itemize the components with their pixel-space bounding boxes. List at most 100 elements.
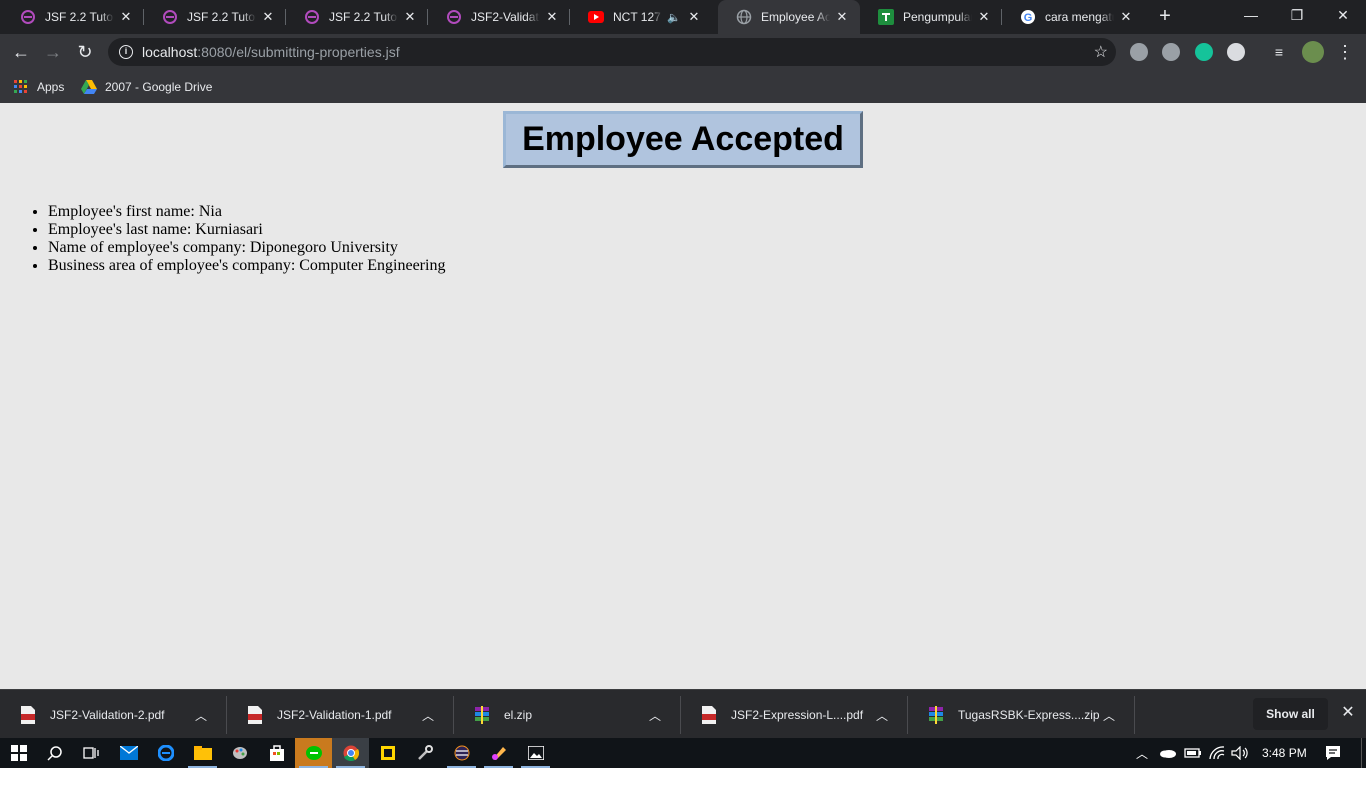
- apps-grid-icon: [14, 80, 27, 93]
- show-desktop-button[interactable]: [1361, 738, 1366, 768]
- chevron-up-icon[interactable]: ︿: [1101, 707, 1117, 724]
- extension-record-icon[interactable]: [1227, 43, 1245, 61]
- page-title: Employee Accepted: [522, 120, 844, 158]
- tab-title: cara mengatur: [1045, 10, 1114, 24]
- tab-title: Pengumpulan: [903, 10, 972, 24]
- pdf-file-icon: [21, 706, 35, 724]
- youtube-icon: [588, 9, 604, 25]
- task-view-icon[interactable]: [72, 738, 109, 768]
- grammarly-icon[interactable]: [1195, 43, 1213, 61]
- list-item: Employee's last name: Kurniasari: [48, 221, 445, 239]
- close-icon[interactable]: ✕: [1118, 9, 1134, 25]
- zip-file-icon: [475, 706, 489, 724]
- download-filename: TugasRSBK-Express....zip: [958, 708, 1100, 722]
- restore-button[interactable]: ❐: [1274, 0, 1320, 30]
- heading-box: Employee Accepted: [503, 111, 863, 168]
- download-item[interactable]: JSF2-Expression-L....pdf ︿: [681, 696, 908, 734]
- tab-employee-accepted[interactable]: Employee Acce ✕: [718, 0, 860, 34]
- show-all-downloads-button[interactable]: Show all: [1253, 698, 1328, 730]
- show-hidden-icons-icon[interactable]: ︿: [1136, 738, 1148, 768]
- page-content: Employee Accepted Employee's first name:…: [0, 103, 1366, 689]
- tab-jsf-tutorial-1[interactable]: JSF 2.2 Tutorial ✕: [2, 0, 144, 34]
- bookmarks-bar: Apps 2007 - Google Drive: [0, 70, 1366, 103]
- list-item: Business area of employee's company: Com…: [48, 257, 445, 275]
- paint3d-icon[interactable]: [480, 738, 517, 768]
- battery-icon[interactable]: [1184, 738, 1202, 768]
- tab-jsf-tutorial-2[interactable]: JSF 2.2 Tutorial ✕: [144, 0, 286, 34]
- action-center-icon[interactable]: [1325, 738, 1341, 768]
- eclipse-app-icon[interactable]: [443, 738, 480, 768]
- url-text[interactable]: localhost:8080/el/submitting-properties.…: [142, 44, 400, 60]
- profile-avatar[interactable]: [1302, 41, 1324, 63]
- windows-start-icon[interactable]: [0, 738, 37, 768]
- tab-jsf-tutorial-3[interactable]: JSF 2.2 Tutorial ✕: [286, 0, 428, 34]
- menu-kebab-icon[interactable]: ⋮: [1332, 39, 1358, 65]
- mail-icon[interactable]: [110, 738, 147, 768]
- tools-icon[interactable]: [406, 738, 443, 768]
- window-close-button[interactable]: ✕: [1320, 0, 1366, 30]
- taskbar-clock[interactable]: 3:48 PM: [1262, 738, 1307, 768]
- store-icon[interactable]: [258, 738, 295, 768]
- edge-icon[interactable]: [147, 738, 184, 768]
- chevron-up-icon[interactable]: ︿: [193, 707, 209, 724]
- tab-pengumpulan[interactable]: Pengumpulan ✕: [860, 0, 1002, 34]
- photos-icon[interactable]: [517, 738, 554, 768]
- pdf-file-icon: [248, 706, 262, 724]
- eclipse-icon: [20, 9, 36, 25]
- list-item: Employee's first name: Nia: [48, 203, 445, 221]
- sticky-notes-icon[interactable]: [369, 738, 406, 768]
- new-tab-button[interactable]: +: [1154, 5, 1176, 27]
- eclipse-icon: [162, 9, 178, 25]
- close-icon[interactable]: ✕: [544, 9, 560, 25]
- tab-cara-mengatur[interactable]: G cara mengatur ✕: [1002, 0, 1144, 34]
- chevron-up-icon[interactable]: ︿: [647, 707, 663, 724]
- chevron-up-icon[interactable]: ︿: [874, 707, 890, 724]
- close-icon[interactable]: ✕: [686, 9, 702, 25]
- pdf-file-icon: [702, 706, 716, 724]
- search-icon[interactable]: [36, 738, 73, 768]
- bookmark-apps[interactable]: Apps: [14, 77, 64, 97]
- tab-strip: JSF 2.2 Tutorial ✕ JSF 2.2 Tutorial ✕ JS…: [0, 0, 1366, 34]
- bookmark-label: Apps: [37, 80, 65, 94]
- extension-chat-icon[interactable]: [1130, 43, 1148, 61]
- close-icon[interactable]: ✕: [260, 9, 276, 25]
- bookmark-star-icon[interactable]: ☆: [1094, 42, 1108, 62]
- chrome-icon[interactable]: [332, 738, 369, 768]
- bookmark-google-drive[interactable]: 2007 - Google Drive: [81, 77, 212, 97]
- address-bar[interactable]: i localhost:8080/el/submitting-propertie…: [108, 38, 1116, 66]
- line-app-icon[interactable]: [295, 738, 332, 768]
- back-icon[interactable]: ←: [8, 39, 34, 65]
- file-explorer-icon[interactable]: [184, 738, 221, 768]
- info-icon[interactable]: i: [119, 45, 133, 59]
- paint-icon[interactable]: [221, 738, 258, 768]
- tab-title: JSF 2.2 Tutorial: [329, 10, 398, 24]
- close-icon[interactable]: ✕: [402, 9, 418, 25]
- forward-icon[interactable]: →: [40, 39, 66, 65]
- tab-nct-127[interactable]: NCT 127 🔈 ✕: [570, 0, 712, 34]
- reload-icon[interactable]: ↻: [72, 39, 98, 65]
- tab-title: JSF2-Validation: [471, 10, 540, 24]
- tab-title: JSF 2.2 Tutorial: [45, 10, 114, 24]
- media-queue-icon[interactable]: ≡: [1266, 39, 1292, 65]
- zip-file-icon: [929, 706, 943, 724]
- download-item[interactable]: JSF2-Validation-1.pdf ︿: [227, 696, 454, 734]
- tab-jsf2-validation[interactable]: JSF2-Validation ✕: [428, 0, 570, 34]
- close-icon[interactable]: ✕: [976, 9, 992, 25]
- extension-help-icon[interactable]: [1162, 43, 1180, 61]
- speaker-icon[interactable]: 🔈: [666, 11, 682, 24]
- eclipse-icon: [446, 9, 462, 25]
- download-filename: el.zip: [504, 708, 533, 722]
- wifi-icon[interactable]: [1209, 738, 1225, 768]
- minimize-button[interactable]: —: [1228, 0, 1274, 30]
- download-item[interactable]: TugasRSBK-Express....zip ︿: [908, 696, 1135, 734]
- volume-icon[interactable]: [1231, 738, 1249, 768]
- chevron-up-icon[interactable]: ︿: [420, 707, 436, 724]
- close-icon[interactable]: ✕: [1338, 702, 1358, 724]
- close-icon[interactable]: ✕: [118, 9, 134, 25]
- employee-details-list: Employee's first name: Nia Employee's la…: [48, 203, 445, 275]
- close-icon[interactable]: ✕: [834, 9, 850, 25]
- onedrive-icon[interactable]: [1159, 738, 1177, 768]
- eclipse-icon: [304, 9, 320, 25]
- download-item[interactable]: el.zip ︿: [454, 696, 681, 734]
- download-item[interactable]: JSF2-Validation-2.pdf ︿: [0, 696, 227, 734]
